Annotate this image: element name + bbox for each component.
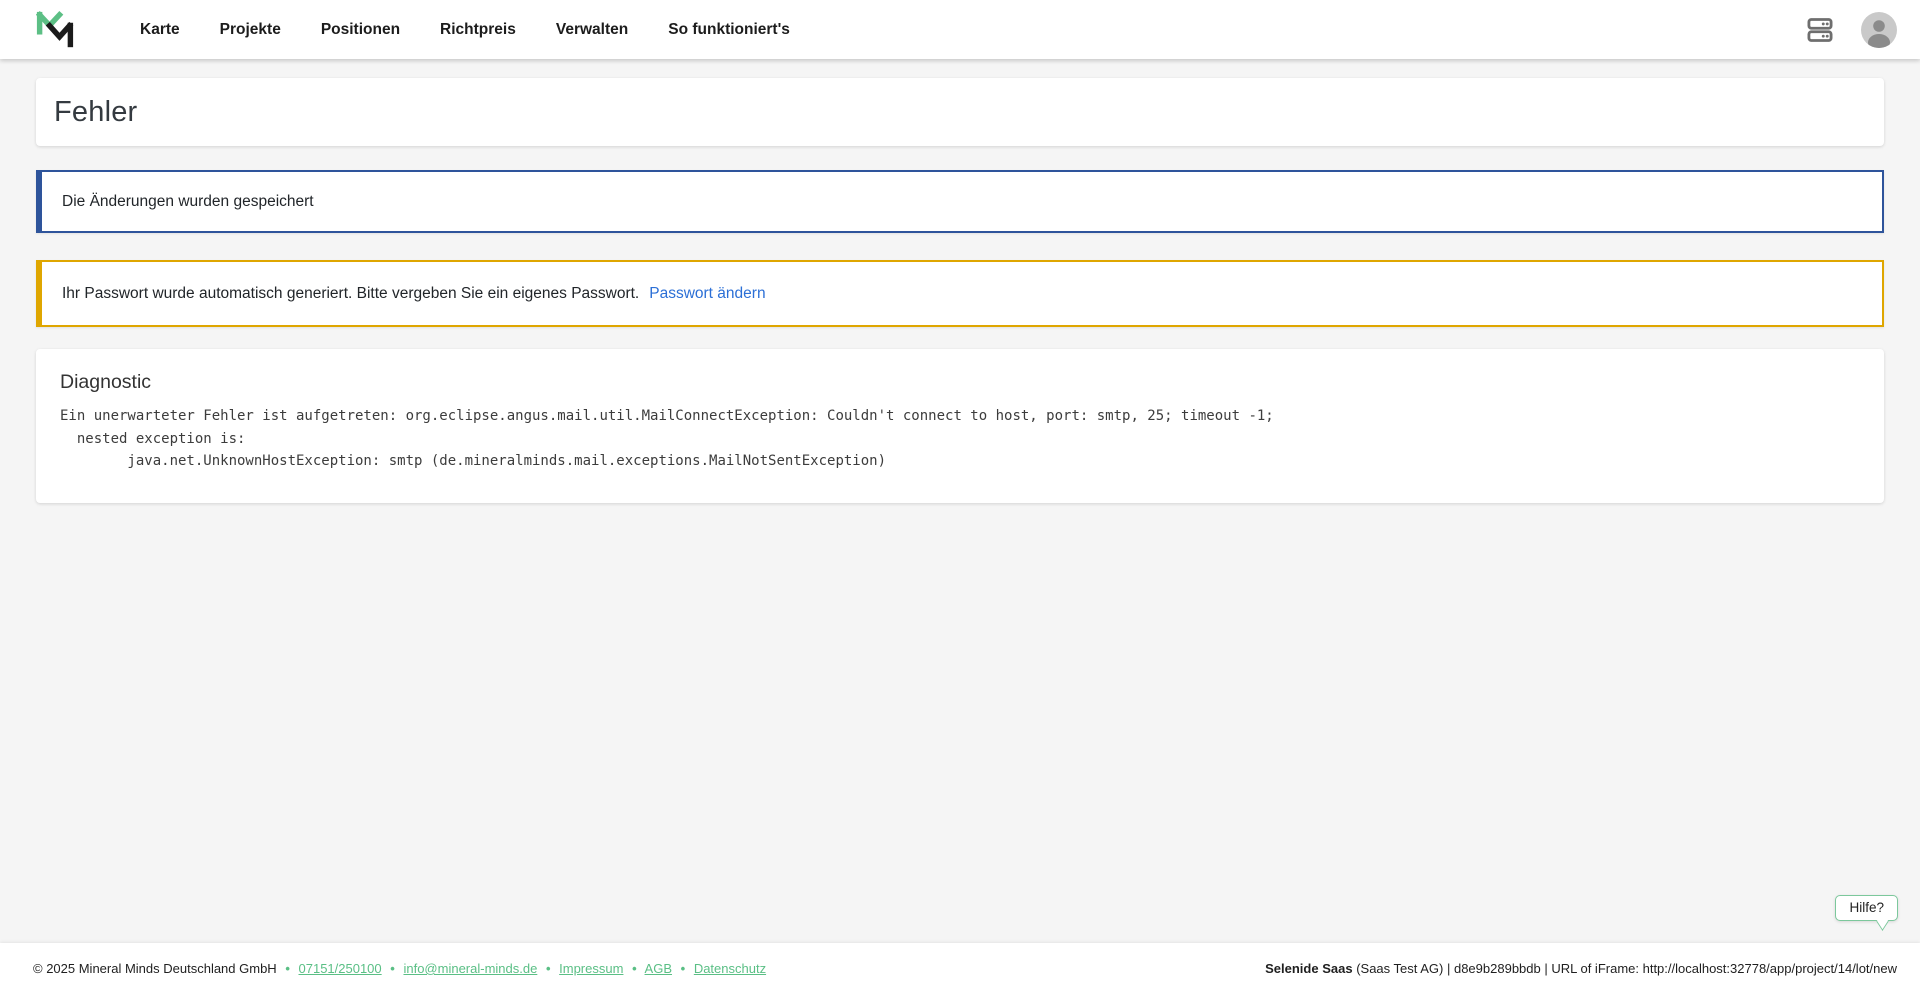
nav-so-funktionierts[interactable]: So funktioniert's: [668, 21, 790, 39]
footer-separator: •: [285, 961, 290, 976]
page-title-card: Fehler: [36, 78, 1884, 146]
nav-verwalten[interactable]: Verwalten: [556, 21, 628, 39]
footer-copyright: © 2025 Mineral Minds Deutschland GmbH: [33, 961, 277, 976]
footer-separator: •: [632, 961, 637, 976]
mineral-minds-logo[interactable]: [36, 9, 74, 51]
main-content: Fehler Die Änderungen wurden gespeichert…: [0, 78, 1920, 503]
footer-company-info: © 2025 Mineral Minds Deutschland GmbH • …: [33, 961, 766, 976]
help-button-label: Hilfe?: [1849, 900, 1884, 915]
warning-alert-text: Ihr Passwort wurde automatisch generiert…: [62, 285, 639, 303]
nav-richtpreis[interactable]: Richtpreis: [440, 21, 516, 39]
change-password-link[interactable]: Passwort ändern: [649, 285, 765, 303]
footer-session-meta: (Saas Test AG) | d8e9b289bbdb | URL of i…: [1353, 961, 1897, 976]
footer-impressum-link[interactable]: Impressum: [559, 961, 623, 976]
page-title: Fehler: [54, 96, 137, 129]
diagnostic-stacktrace: Ein unerwarteter Fehler ist aufgetreten:…: [60, 405, 1860, 473]
main-nav: Karte Projekte Positionen Richtpreis Ver…: [140, 21, 790, 39]
nav-positionen[interactable]: Positionen: [321, 21, 400, 39]
info-alert-text: Die Änderungen wurden gespeichert: [62, 193, 314, 211]
top-nav-bar: Karte Projekte Positionen Richtpreis Ver…: [0, 0, 1920, 59]
nav-karte[interactable]: Karte: [140, 21, 180, 39]
info-alert: Die Änderungen wurden gespeichert: [36, 170, 1884, 233]
footer-email-link[interactable]: info@mineral-minds.de: [403, 961, 537, 976]
logo-mm-icon: [36, 9, 74, 51]
server-dns-icon[interactable]: [1805, 16, 1835, 44]
warning-alert: Ihr Passwort wurde automatisch generiert…: [36, 260, 1884, 327]
footer-datenschutz-link[interactable]: Datenschutz: [694, 961, 766, 976]
user-avatar-icon[interactable]: [1861, 12, 1897, 48]
footer: © 2025 Mineral Minds Deutschland GmbH • …: [0, 943, 1920, 994]
diagnostic-card: Diagnostic Ein unerwarteter Fehler ist a…: [36, 349, 1884, 503]
footer-session-info: Selenide Saas (Saas Test AG) | d8e9b289b…: [1265, 961, 1897, 976]
footer-tenant-name: Selenide Saas: [1265, 961, 1352, 976]
footer-phone-link[interactable]: 07151/250100: [299, 961, 382, 976]
footer-separator: •: [546, 961, 551, 976]
footer-agb-link[interactable]: AGB: [645, 961, 672, 976]
footer-separator: •: [390, 961, 395, 976]
footer-separator: •: [681, 961, 686, 976]
nav-projekte[interactable]: Projekte: [220, 21, 281, 39]
header-actions: [1805, 12, 1897, 48]
diagnostic-title: Diagnostic: [60, 371, 1860, 394]
help-button[interactable]: Hilfe?: [1835, 895, 1898, 921]
